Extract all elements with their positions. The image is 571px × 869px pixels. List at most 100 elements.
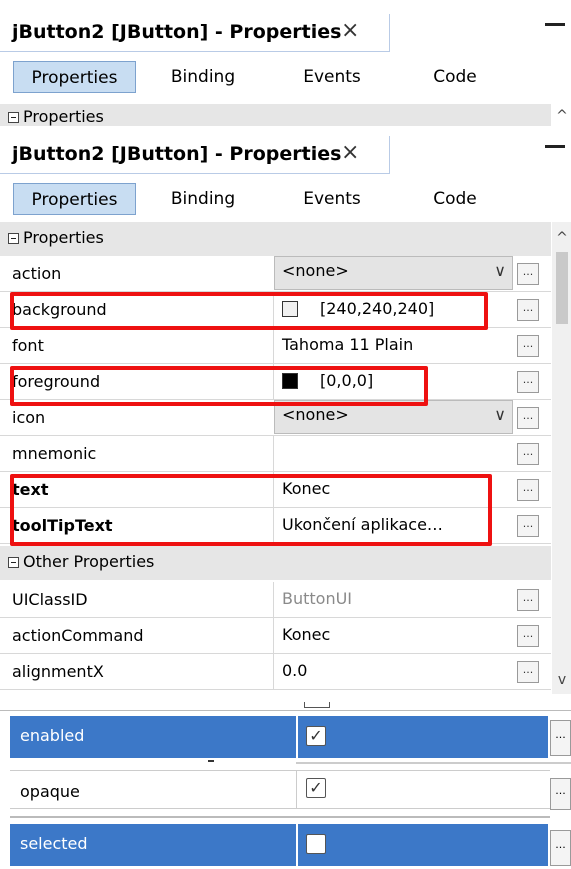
snippet-edge bbox=[10, 816, 550, 818]
collapse-icon[interactable] bbox=[8, 557, 19, 568]
property-row-tooltiptext[interactable]: toolTipText Ukončení aplikace… ... bbox=[0, 508, 551, 544]
chevron-down-icon[interactable]: ∨ bbox=[494, 261, 506, 280]
category-other-properties[interactable]: Other Properties bbox=[0, 546, 551, 580]
cropped-checkbox bbox=[304, 702, 330, 708]
property-name: enabled bbox=[20, 726, 85, 745]
property-name: font bbox=[12, 336, 44, 355]
close-icon[interactable]: × bbox=[341, 18, 359, 43]
custom-editor-button[interactable]: ... bbox=[517, 625, 539, 647]
tab-binding[interactable]: Binding bbox=[153, 61, 253, 93]
custom-editor-button[interactable]: ... bbox=[517, 263, 539, 285]
window-title-tab[interactable]: jButton2 [JButton] - Properties × bbox=[0, 136, 390, 174]
property-value[interactable]: Ukončení aplikace… bbox=[282, 515, 443, 534]
color-swatch bbox=[282, 301, 298, 317]
property-name: toolTipText bbox=[12, 516, 113, 535]
property-name: alignmentX bbox=[12, 662, 104, 681]
scroll-down-icon[interactable]: v bbox=[553, 672, 571, 688]
tab-binding[interactable]: Binding bbox=[153, 183, 253, 215]
cell-divider bbox=[296, 824, 298, 866]
cell-divider bbox=[296, 716, 298, 758]
property-name: UIClassID bbox=[12, 590, 88, 609]
property-row-uiclassid[interactable]: UIClassID ButtonUI ... bbox=[0, 582, 551, 618]
minimize-icon[interactable] bbox=[545, 145, 565, 148]
custom-editor-button[interactable]: ... bbox=[517, 515, 539, 537]
checkbox-opaque[interactable]: ✓ bbox=[306, 778, 326, 798]
custom-editor-button[interactable]: ... bbox=[550, 720, 571, 756]
tab-events[interactable]: Events bbox=[282, 61, 382, 93]
custom-editor-button[interactable]: ... bbox=[517, 661, 539, 683]
tab-properties[interactable]: Properties bbox=[13, 183, 136, 215]
custom-editor-button[interactable]: ... bbox=[517, 299, 539, 321]
tab-properties[interactable]: Properties bbox=[13, 61, 136, 93]
snippet-edge bbox=[296, 762, 571, 764]
custom-editor-button[interactable]: ... bbox=[517, 407, 539, 429]
category-label: Other Properties bbox=[23, 552, 155, 571]
window-title-tab[interactable]: jButton2 [JButton] - Properties × bbox=[0, 14, 390, 52]
scroll-up-icon[interactable]: ^ bbox=[553, 230, 571, 246]
property-name: action bbox=[12, 264, 62, 283]
tab-bar: Properties Binding Events Code bbox=[0, 174, 571, 224]
tab-code[interactable]: Code bbox=[405, 183, 505, 215]
property-row-font[interactable]: font Tahoma 11 Plain ... bbox=[0, 328, 551, 364]
scrollbar-thumb[interactable] bbox=[556, 252, 568, 324]
chevron-down-icon[interactable]: ∨ bbox=[494, 405, 506, 424]
cell-divider bbox=[296, 770, 297, 808]
custom-editor-button[interactable]: ... bbox=[517, 443, 539, 465]
window-title: jButton2 [JButton] - Properties bbox=[12, 21, 342, 43]
selection-highlight bbox=[10, 716, 548, 758]
custom-editor-button[interactable]: ... bbox=[550, 778, 571, 810]
snippet-row-enabled[interactable]: enabled ✓ ... bbox=[0, 702, 571, 760]
property-value[interactable]: Konec bbox=[282, 625, 330, 644]
value-cell bbox=[273, 436, 513, 471]
property-name: background bbox=[12, 300, 107, 319]
custom-editor-button[interactable]: ... bbox=[517, 589, 539, 611]
property-name: selected bbox=[20, 834, 88, 853]
property-value: Tahoma 11 Plain bbox=[282, 335, 414, 354]
collapse-icon[interactable] bbox=[8, 112, 19, 123]
checkbox-enabled[interactable]: ✓ bbox=[306, 726, 326, 746]
property-value: <none> bbox=[282, 261, 349, 280]
tab-code[interactable]: Code bbox=[405, 61, 505, 93]
custom-editor-button[interactable]: ... bbox=[517, 335, 539, 357]
category-label: Properties bbox=[23, 228, 104, 247]
checkbox-selected[interactable] bbox=[306, 834, 326, 854]
tab-bar-top: Properties Binding Events Code bbox=[0, 52, 571, 102]
custom-editor-button[interactable]: ... bbox=[517, 479, 539, 501]
custom-editor-button[interactable]: ... bbox=[550, 830, 571, 866]
snippet-row-opaque[interactable]: opaque ✓ ... bbox=[0, 760, 571, 812]
property-row-background[interactable]: background [240,240,240] ... bbox=[0, 292, 551, 328]
category-properties[interactable]: Properties bbox=[0, 222, 551, 256]
property-name: opaque bbox=[20, 782, 80, 801]
property-value: <none> bbox=[282, 405, 349, 424]
minimize-icon[interactable] bbox=[545, 23, 565, 26]
row-border bbox=[10, 808, 550, 809]
selection-highlight bbox=[10, 824, 548, 866]
property-value[interactable]: 0.0 bbox=[282, 661, 307, 680]
collapse-icon[interactable] bbox=[8, 233, 19, 244]
property-row-icon[interactable]: icon ∨ <none> ... bbox=[0, 400, 551, 436]
property-row-actioncommand[interactable]: actionCommand Konec ... bbox=[0, 618, 551, 654]
property-row-mnemonic[interactable]: mnemonic ... bbox=[0, 436, 551, 472]
value-cell bbox=[273, 654, 513, 689]
property-row-action[interactable]: action ∨ <none> ... bbox=[0, 256, 551, 292]
property-row-text[interactable]: text Konec ... bbox=[0, 472, 551, 508]
property-value: ButtonUI bbox=[282, 589, 353, 608]
scroll-up-icon[interactable]: ^ bbox=[553, 108, 571, 124]
property-name: icon bbox=[12, 408, 46, 427]
custom-editor-button[interactable]: ... bbox=[517, 371, 539, 393]
property-value: [240,240,240] bbox=[320, 299, 435, 318]
property-row-alignmentx[interactable]: alignmentX 0.0 ... bbox=[0, 654, 551, 690]
property-name: text bbox=[12, 480, 49, 499]
property-row-foreground[interactable]: foreground [0,0,0] ... bbox=[0, 364, 551, 400]
close-icon[interactable]: × bbox=[341, 140, 359, 165]
property-name: foreground bbox=[12, 372, 101, 391]
property-value: [0,0,0] bbox=[320, 371, 374, 390]
row-border bbox=[10, 770, 550, 771]
cropped-mark bbox=[208, 760, 214, 762]
category-properties-top[interactable]: Properties bbox=[0, 104, 551, 126]
color-swatch bbox=[282, 373, 298, 389]
property-name: actionCommand bbox=[12, 626, 144, 645]
snippet-row-selected[interactable]: selected ... bbox=[0, 812, 571, 869]
property-value[interactable]: Konec bbox=[282, 479, 330, 498]
tab-events[interactable]: Events bbox=[282, 183, 382, 215]
